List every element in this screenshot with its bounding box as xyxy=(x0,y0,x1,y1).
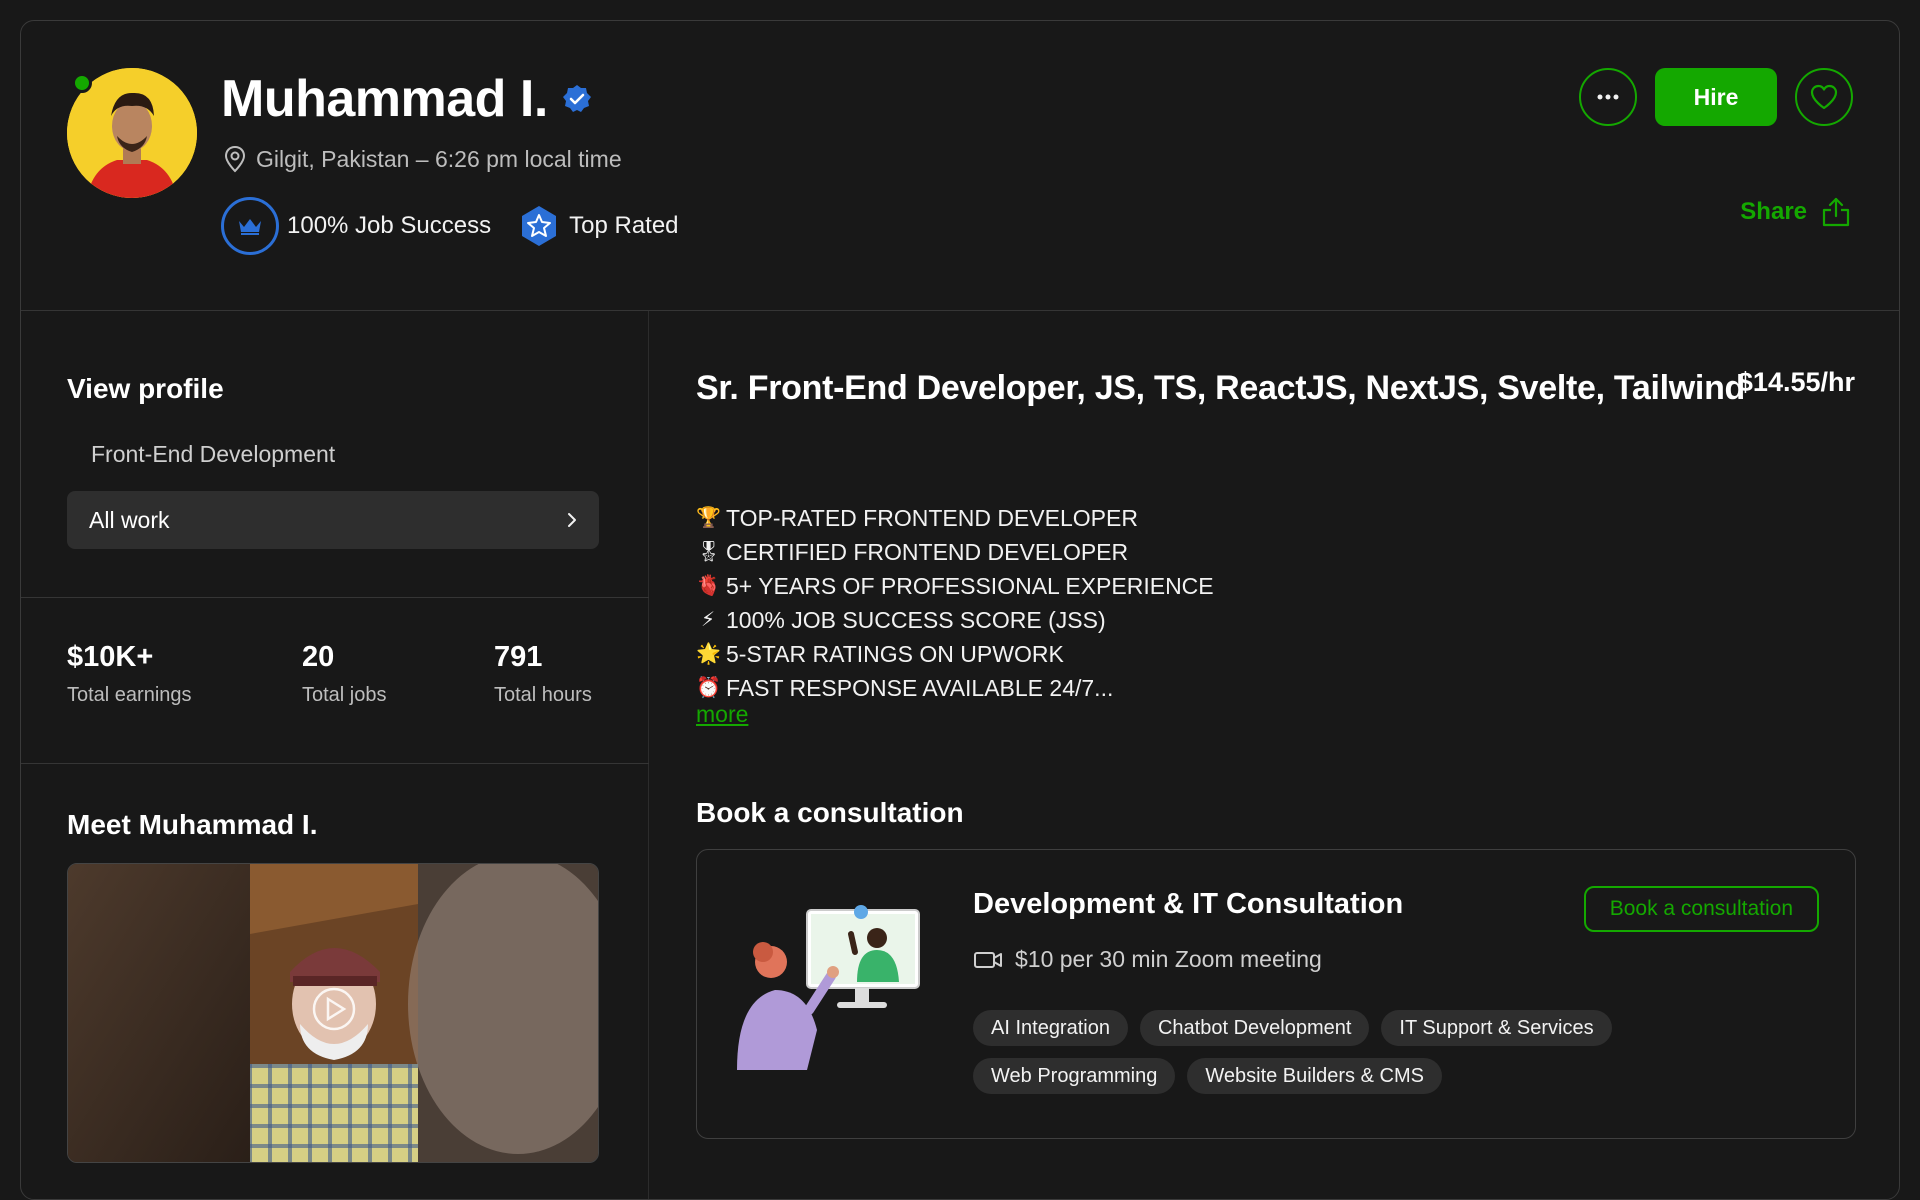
list-item: 🏆 TOP-RATED FRONTEND DEVELOPER xyxy=(696,501,1214,535)
list-item: ⚡ 100% JOB SUCCESS SCORE (JSS) xyxy=(696,603,1214,637)
skill-tag[interactable]: IT Support & Services xyxy=(1381,1010,1612,1046)
top-rated-badge[interactable]: Top Rated xyxy=(501,204,679,248)
location-text: Gilgit, Pakistan – 6:26 pm local time xyxy=(256,145,622,172)
left-sidebar: View profile Front-End Development All w… xyxy=(21,311,649,1199)
top-rated-icon xyxy=(522,206,557,246)
consultation-price: $10 per 30 min Zoom meeting xyxy=(1015,946,1322,972)
profile-header: Muhammad I. Gilgit, Pakistan – 6:26 pm l… xyxy=(21,21,1899,311)
online-status-indicator xyxy=(72,73,92,93)
consultation-illustration xyxy=(737,905,920,1070)
stat-total-jobs: 20 Total jobs xyxy=(302,641,494,707)
overview-bullets: 🏆 TOP-RATED FRONTEND DEVELOPER 🎖 CERTIFIED… xyxy=(696,501,1214,705)
lightning-icon: ⚡ xyxy=(700,609,716,631)
stats-row: $10K+ Total earnings 20 Total jobs 791 T… xyxy=(67,641,729,707)
more-options-button[interactable] xyxy=(1579,68,1637,126)
book-consultation-button[interactable]: Book a consultation xyxy=(1583,886,1819,932)
stat-value: $10K+ xyxy=(67,641,154,673)
main-content: Sr. Front-End Developer, JS, TS, ReactJS… xyxy=(650,311,1899,1199)
medal-icon: 🎖 xyxy=(696,541,722,563)
consultation-title: Development & IT Consultation xyxy=(973,888,1404,920)
profile-card: Muhammad I. Gilgit, Pakistan – 6:26 pm l… xyxy=(20,20,1900,1200)
share-button[interactable]: Share xyxy=(1740,196,1851,228)
header-actions: Hire xyxy=(1579,68,1853,126)
alarm-clock-icon: ⏰ xyxy=(696,677,721,699)
stat-value: 20 xyxy=(302,641,335,673)
specialization-link[interactable]: Front-End Development xyxy=(91,441,335,468)
divider xyxy=(21,763,649,764)
job-success-text: 100% Job Success xyxy=(287,212,492,239)
skill-tag[interactable]: AI Integration xyxy=(973,1010,1128,1046)
consultation-meta: $10 per 30 min Zoom meeting xyxy=(973,946,1322,973)
location-pin-icon xyxy=(224,145,246,173)
share-label: Share xyxy=(1740,198,1807,225)
chevron-right-icon xyxy=(568,513,576,527)
all-work-button[interactable]: All work xyxy=(67,491,599,549)
skill-tag[interactable]: Chatbot Development xyxy=(1139,1010,1370,1046)
hire-button[interactable]: Hire xyxy=(1655,68,1777,126)
skill-tag[interactable]: Website Builders & CMS xyxy=(1187,1058,1442,1094)
stat-label: Total jobs xyxy=(302,684,387,706)
save-favorite-button[interactable] xyxy=(1795,68,1853,126)
skill-tag[interactable]: Web Programming xyxy=(973,1058,1176,1094)
share-icon xyxy=(1822,197,1850,227)
list-item: 🎖 CERTIFIED FRONTEND DEVELOPER xyxy=(696,535,1214,569)
all-work-label: All work xyxy=(89,506,170,533)
more-link[interactable]: more xyxy=(696,701,748,728)
verified-badge-icon xyxy=(562,85,591,112)
list-item: 🫀 5+ YEARS OF PROFESSIONAL EXPERIENCE xyxy=(696,569,1214,603)
consultation-section-title: Book a consultation xyxy=(696,797,964,828)
consultation-card: Development & IT Consultation $10 per 30… xyxy=(696,849,1856,1139)
name-row: Muhammad I. xyxy=(221,69,592,129)
view-profile-title: View profile xyxy=(67,373,224,404)
intro-video-player[interactable] xyxy=(67,863,599,1163)
heart-organ-icon: 🫀 xyxy=(696,575,721,597)
meet-title: Meet Muhammad I. xyxy=(67,809,318,840)
stat-total-earnings: $10K+ Total earnings xyxy=(67,641,302,707)
stat-label: Total earnings xyxy=(67,684,192,706)
list-item: ⏰ FAST RESPONSE AVAILABLE 24/7... xyxy=(696,671,1214,705)
heart-icon xyxy=(1810,84,1838,110)
skill-tags: AI Integration Chatbot Development IT Su… xyxy=(973,1010,1673,1094)
video-camera-icon xyxy=(974,951,1002,968)
job-success-badge[interactable]: 100% Job Success xyxy=(221,197,491,255)
profile-name: Muhammad I. xyxy=(221,70,548,128)
crown-icon xyxy=(221,197,279,255)
divider xyxy=(21,597,649,598)
trophy-icon: 🏆 xyxy=(696,507,721,529)
top-rated-text: Top Rated xyxy=(569,212,679,239)
location-row: Gilgit, Pakistan – 6:26 pm local time xyxy=(224,145,622,173)
profile-headline: Sr. Front-End Developer, JS, TS, ReactJS… xyxy=(696,369,1746,407)
ellipsis-icon xyxy=(1597,94,1619,100)
list-item: 🌟 5-STAR RATINGS ON UPWORK xyxy=(696,637,1214,671)
star-icon: 🌟 xyxy=(696,643,721,665)
badges-row: 100% Job Success Top Rated xyxy=(221,197,679,255)
hourly-rate: $14.55/hr xyxy=(1737,367,1855,397)
